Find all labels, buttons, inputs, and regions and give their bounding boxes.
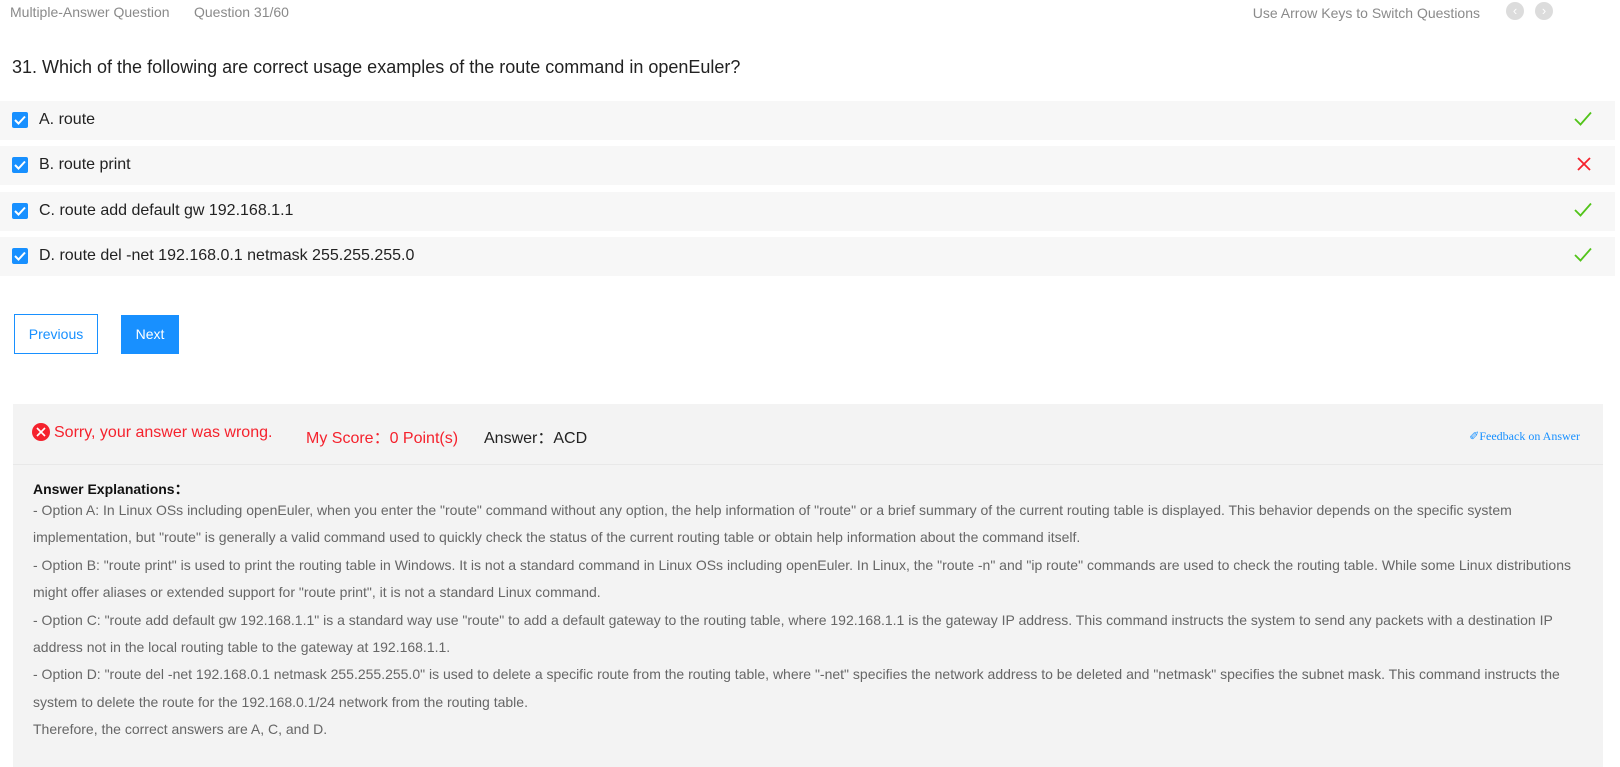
check-icon bbox=[1574, 111, 1592, 132]
cross-icon bbox=[1576, 156, 1592, 177]
explanations-title: Answer Explanations： bbox=[33, 481, 189, 497]
question-text: 31. Which of the following are correct u… bbox=[12, 57, 741, 77]
next-button[interactable]: Next bbox=[121, 315, 179, 354]
option-b[interactable]: B. route print bbox=[0, 146, 1615, 185]
check-icon bbox=[1574, 247, 1592, 268]
result-panel: Sorry, your answer was wrong. My Score：0… bbox=[13, 404, 1603, 767]
explanation-line: - Option A: In Linux OSs including openE… bbox=[33, 502, 1512, 546]
result-message: Sorry, your answer was wrong. bbox=[54, 424, 273, 441]
result-header: Sorry, your answer was wrong. My Score：0… bbox=[13, 404, 1603, 465]
correct-answer: Answer：ACD bbox=[484, 430, 588, 447]
question-type: Multiple-Answer Question bbox=[10, 4, 170, 20]
keyboard-hint: Use Arrow Keys to Switch Questions bbox=[1252, 5, 1480, 21]
checkbox-checked[interactable] bbox=[12, 157, 28, 173]
option-label: A. route bbox=[39, 111, 96, 128]
option-label: D. route del -net 192.168.0.1 netmask 25… bbox=[39, 247, 415, 264]
feedback-label: Feedback on Answer bbox=[1479, 429, 1580, 443]
feedback-link[interactable]: ✐Feedback on Answer bbox=[1469, 429, 1580, 444]
checkbox-checked[interactable] bbox=[12, 112, 28, 128]
check-icon bbox=[1574, 202, 1592, 223]
checkbox-checked[interactable] bbox=[12, 248, 28, 264]
option-label: C. route add default gw 192.168.1.1 bbox=[39, 202, 294, 219]
option-d[interactable]: D. route del -net 192.168.0.1 netmask 25… bbox=[0, 237, 1615, 276]
explanation-line: - Option B: "route print" is used to pri… bbox=[33, 556, 1571, 601]
chevron-right-icon[interactable]: › bbox=[1535, 2, 1553, 20]
chevron-left-icon[interactable]: ‹ bbox=[1506, 2, 1524, 20]
explanation-line: - Option C: "route add default gw 192.16… bbox=[33, 611, 1553, 656]
question-header: Multiple-Answer Question Question 31/60 … bbox=[0, 0, 1620, 26]
option-a[interactable]: A. route bbox=[0, 101, 1615, 140]
previous-button[interactable]: Previous bbox=[14, 314, 98, 354]
answer-explanations: Answer Explanations： - Option A: In Linu… bbox=[33, 479, 1583, 744]
explanation-line: - Option D: "route del -net 192.168.0.1 … bbox=[33, 666, 1560, 710]
checkbox-checked[interactable] bbox=[12, 203, 28, 219]
question-counter: Question 31/60 bbox=[194, 4, 289, 20]
error-icon bbox=[32, 423, 50, 441]
option-c[interactable]: C. route add default gw 192.168.1.1 bbox=[0, 192, 1615, 231]
score-text: My Score：0 Point(s) bbox=[306, 430, 459, 447]
explanation-line: Therefore, the correct answers are A, C,… bbox=[33, 721, 328, 738]
option-label: B. route print bbox=[39, 156, 131, 173]
edit-icon: ✐ bbox=[1469, 429, 1480, 443]
